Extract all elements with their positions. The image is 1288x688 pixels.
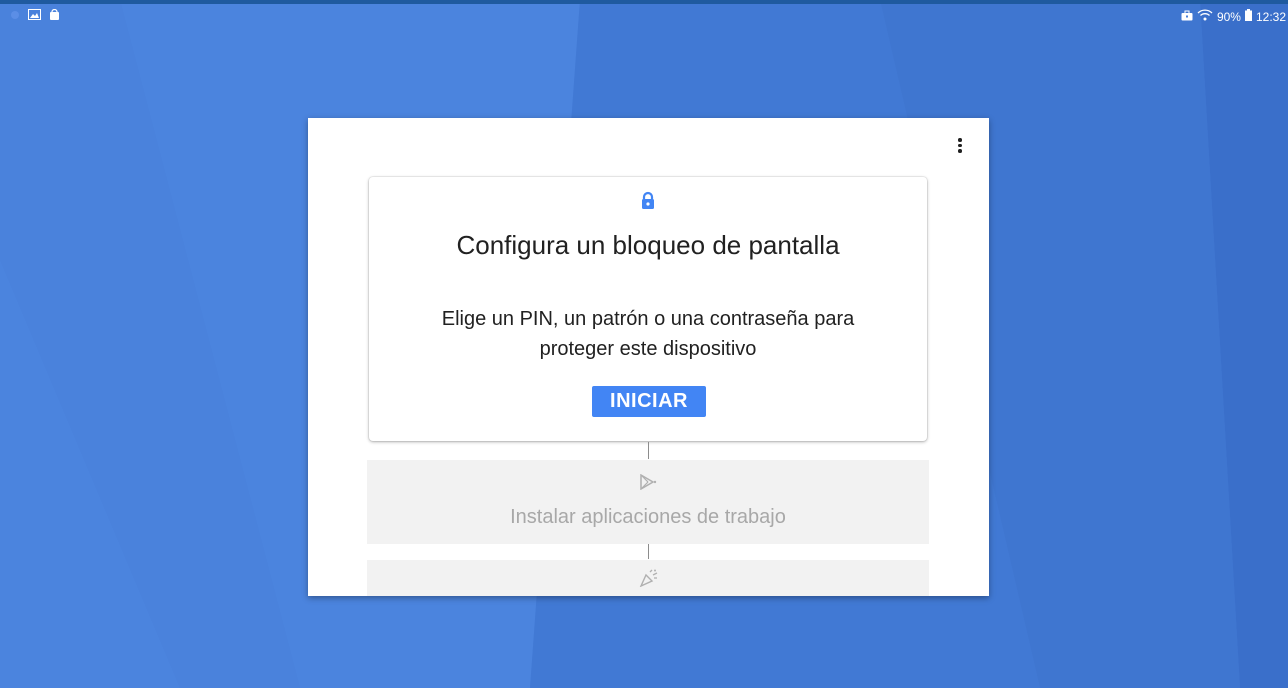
status-bar: 90% 12:32	[0, 0, 1288, 32]
clock: 12:32	[1255, 9, 1286, 24]
briefcase-icon	[1181, 10, 1193, 24]
step-label: Instalar aplicaciones de trabajo	[510, 506, 786, 528]
step-description: Elige un PIN, un patrón o una contraseña…	[441, 308, 855, 360]
step-connector	[648, 442, 649, 459]
more-vert-icon[interactable]	[956, 138, 964, 156]
wifi-icon	[1197, 9, 1213, 24]
battery-icon	[1244, 9, 1252, 24]
step-connector	[648, 544, 649, 559]
play-store-icon	[639, 473, 657, 491]
party-popper-icon	[639, 569, 659, 588]
step-title: Configura un bloqueo de pantalla	[456, 230, 840, 260]
status-right-icons: 90% 12:32	[1181, 9, 1286, 24]
start-button[interactable]: INICIAR	[592, 386, 706, 417]
shopping-bag-icon	[49, 8, 60, 23]
step-screen-lock: Configura un bloqueo de pantalla Elige u…	[369, 177, 927, 441]
lock-icon	[639, 191, 657, 211]
status-left-icons	[10, 8, 60, 23]
step-install-apps: Instalar aplicaciones de trabajo	[367, 460, 929, 544]
gallery-icon	[28, 9, 41, 23]
step-finish	[367, 560, 929, 596]
setup-dialog: Configura un bloqueo de pantalla Elige u…	[308, 118, 989, 596]
battery-percent: 90%	[1216, 9, 1241, 24]
status-dot-icon	[10, 9, 20, 23]
